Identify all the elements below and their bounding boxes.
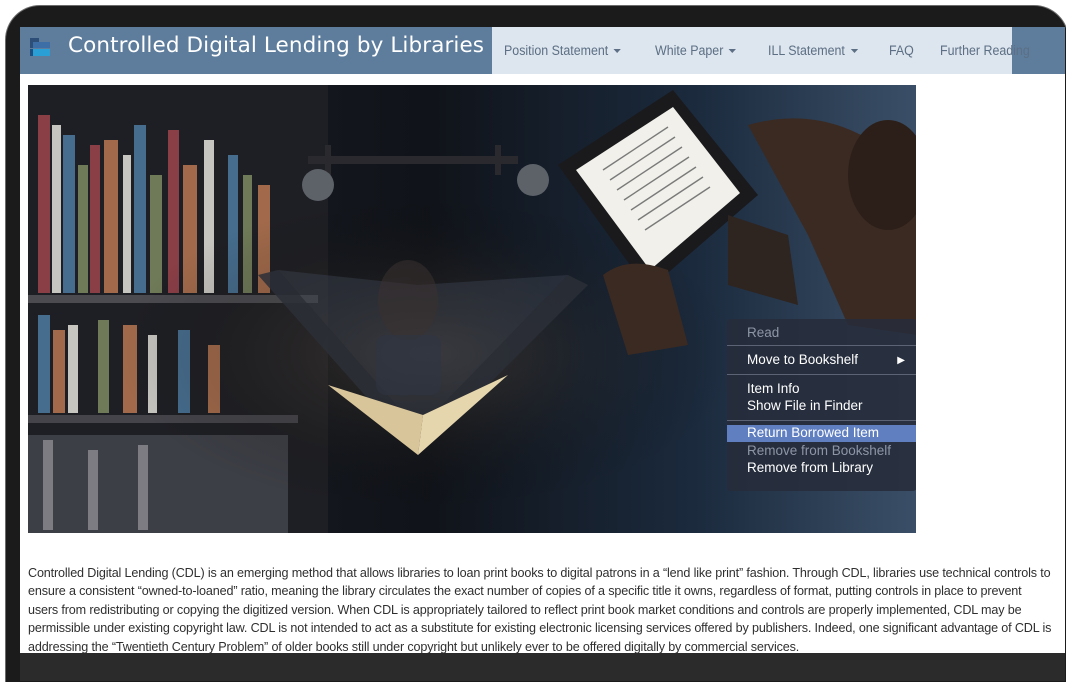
menu-read: Read [747, 325, 780, 340]
menu-move-to-bookshelf: Move to Bookshelf [747, 352, 859, 367]
nav-faq[interactable]: FAQ [889, 43, 914, 58]
menu-separator [727, 420, 916, 421]
main-nav-menu: Position Statement White Paper ILL State… [492, 27, 1030, 74]
nav-position-statement-label: Position Statement [504, 43, 609, 58]
submenu-arrow-icon: ▶ [897, 355, 905, 366]
nav-further-reading-label: Further Reading [940, 43, 1030, 58]
nav-white-paper-label: White Paper [655, 43, 724, 58]
nav-faq-label: FAQ [889, 43, 915, 58]
caret-down-icon [850, 48, 858, 53]
device-bottom-bezel [20, 653, 1065, 681]
menu-separator [727, 374, 916, 375]
caret-down-icon [729, 48, 737, 53]
book-stack-logo-icon [30, 38, 50, 56]
menu-remove-from-bookshelf: Remove from Bookshelf [747, 443, 892, 458]
context-menu: Read Move to Bookshelf ▶ Item Info Show … [727, 319, 916, 491]
menu-separator [727, 345, 916, 346]
caret-down-icon [613, 48, 622, 53]
site-navbar: Controlled Digital Lending by Libraries … [20, 27, 1065, 74]
browser-viewport: Controlled Digital Lending by Libraries … [20, 27, 1065, 653]
site-title: Controlled Digital Lending by Libraries [68, 33, 485, 58]
hero-image: Read Move to Bookshelf ▶ Item Info Show … [28, 85, 916, 533]
nav-white-paper[interactable]: White Paper [655, 43, 737, 58]
menu-return-borrowed-item: Return Borrowed Item [747, 425, 880, 440]
nav-ill-statement-label: ILL Statement [767, 43, 845, 58]
nav-position-statement[interactable]: Position Statement [504, 43, 622, 58]
menu-show-file-in-finder: Show File in Finder [747, 398, 863, 413]
menu-remove-from-library: Remove from Library [747, 460, 874, 475]
nav-further-reading[interactable]: Further Reading [940, 43, 1030, 58]
menu-item-info: Item Info [747, 381, 800, 396]
intro-paragraph: Controlled Digital Lending (CDL) is an e… [28, 565, 1052, 653]
nav-ill-statement[interactable]: ILL Statement [768, 43, 858, 58]
